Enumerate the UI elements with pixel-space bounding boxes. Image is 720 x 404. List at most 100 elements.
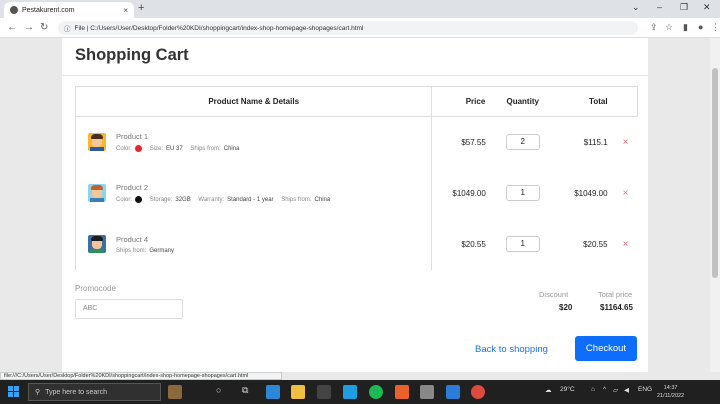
forward-arrow-icon[interactable]: → — [24, 22, 34, 33]
volume-icon[interactable]: ◀ — [624, 386, 629, 394]
total-price-label: Total price — [598, 290, 633, 299]
product-name[interactable]: Product 4 — [116, 235, 174, 244]
total-cell: $20.55 — [583, 239, 608, 249]
task-switch-icon[interactable]: ⧉ — [242, 385, 248, 396]
windows-start-icon[interactable] — [8, 386, 19, 397]
close-window-icon[interactable]: ✕ — [703, 2, 711, 13]
quantity-input[interactable]: 1 — [505, 236, 540, 252]
cart-row: Product 4 Ships from: Germany $20.55 1 $2… — [74, 218, 638, 270]
vscode-icon[interactable] — [446, 385, 460, 399]
discount-label: Discount — [539, 290, 569, 299]
task-view-icon[interactable]: ○ — [216, 385, 221, 395]
edge-app-icon[interactable] — [266, 385, 280, 399]
browser-tabbar: Pestakurent.com × + ⌄ – ❐ ✕ — [0, 0, 720, 18]
remove-icon[interactable]: × — [623, 239, 629, 250]
reload-icon[interactable]: ↻ — [40, 22, 48, 33]
new-tab-button[interactable]: + — [138, 2, 144, 14]
close-tab-icon[interactable]: × — [123, 6, 128, 15]
col-header-remove — [613, 86, 638, 117]
meta-value: China — [223, 145, 240, 152]
promocode-label: Promocode — [75, 284, 116, 293]
media-app-icon[interactable] — [395, 385, 409, 399]
url-text: File | C:/Users/User/Desktop/Folder%20KD… — [74, 24, 364, 32]
news-widget-icon[interactable] — [168, 385, 182, 399]
page-viewport: Shopping Cart Product Name & Details Pri… — [0, 38, 710, 372]
share-icon[interactable]: ⇪ — [650, 22, 658, 33]
product-details: Color: Storage: 32GB Warranty: Standard - … — [116, 196, 330, 203]
meta-label: Warranty: — [198, 196, 225, 203]
git-app-icon[interactable] — [420, 385, 434, 399]
file-explorer-icon[interactable] — [291, 385, 305, 399]
back-arrow-icon[interactable]: ← — [7, 22, 17, 33]
tab-search-icon[interactable]: ⌄ — [632, 2, 640, 13]
address-bar: ← → ↻ ⓘ File | C:/Users/User/Desktop/Fol… — [0, 18, 720, 38]
meta-value: 32GB — [175, 196, 191, 203]
title-divider — [62, 75, 648, 76]
cart-row: Product 2 Color: Storage: 32GB Warranty: S… — [74, 167, 638, 219]
edge-browser-icon[interactable] — [343, 385, 357, 399]
weather-icon[interactable]: ☁ — [545, 386, 552, 394]
clock-date: 21/11/2022 — [657, 393, 685, 399]
meta-label: Ships from: — [116, 247, 147, 254]
tray-people-icon[interactable]: ⌂ — [591, 386, 595, 393]
product-name[interactable]: Product 2 — [116, 183, 330, 192]
info-icon: ⓘ — [64, 26, 71, 33]
chrome-icon[interactable] — [471, 385, 485, 399]
remove-icon[interactable]: × — [623, 137, 629, 148]
browser-tab[interactable]: Pestakurent.com × — [4, 2, 134, 18]
color-swatch — [135, 196, 143, 203]
total-price-value: $1164.65 — [600, 303, 633, 312]
favicon-icon — [10, 6, 18, 14]
url-field[interactable]: ⓘ File | C:/Users/User/Desktop/Folder%20… — [58, 21, 638, 35]
profile-icon[interactable]: ● — [698, 22, 703, 32]
col-header-total: Total — [553, 86, 614, 117]
quantity-cell: 1 — [492, 219, 554, 270]
quantity-cell: 2 — [492, 117, 554, 168]
weather-temp: 29°C — [560, 386, 575, 393]
store-app-icon[interactable] — [317, 385, 331, 399]
network-icon[interactable]: ▱ — [613, 386, 618, 394]
price-cell: $20.55 — [431, 218, 492, 270]
taskbar-search[interactable]: ⚲ Type here to search — [28, 383, 161, 401]
quantity-input[interactable]: 1 — [505, 185, 540, 201]
quantity-input[interactable]: 2 — [505, 134, 540, 151]
product-details: Color: Size: EU 37 Ships from: China — [116, 145, 240, 153]
col-header-price: Price — [431, 86, 492, 117]
color-swatch — [135, 145, 143, 153]
remove-cell: × — [614, 168, 638, 219]
star-icon[interactable]: ☆ — [665, 22, 673, 33]
product-details: Ships from: Germany — [116, 248, 174, 254]
checkout-button[interactable]: Checkout — [575, 336, 637, 361]
menu-icon[interactable]: ⋮ — [711, 22, 720, 33]
spotify-icon[interactable] — [369, 385, 383, 399]
price-cell: $57.55 — [431, 116, 492, 168]
maximize-icon[interactable]: ❐ — [680, 2, 688, 13]
remove-icon[interactable]: × — [623, 188, 629, 199]
sidepanel-icon[interactable]: ▮ — [683, 22, 688, 33]
quantity-cell: 1 — [492, 168, 554, 219]
promocode-input[interactable]: ABC — [75, 299, 183, 319]
price-cell: $1049.00 — [431, 167, 492, 219]
cart-row: Product 1 Color: Size: EU 37 Ships from: C… — [74, 116, 638, 168]
scrollbar-thumb[interactable] — [712, 68, 718, 278]
meta-label: Color: — [116, 145, 133, 152]
meta-value: China — [314, 196, 331, 203]
discount-value: $20 — [559, 303, 573, 312]
tray-chevron-icon[interactable]: ^ — [603, 386, 606, 393]
meta-label: Color: — [116, 196, 133, 203]
back-to-shopping-link[interactable]: Back to shopping — [475, 344, 548, 355]
product-cell: Product 4 Ships from: Germany — [74, 218, 433, 270]
product-cell: Product 2 Color: Storage: 32GB Warranty: S… — [74, 167, 433, 219]
meta-value: EU 37 — [166, 145, 183, 152]
total-cell: $115.1 — [583, 137, 608, 147]
meta-label: Ships from: — [281, 196, 312, 203]
meta-label: Size: — [149, 145, 164, 152]
windows-taskbar: ⚲ Type here to search ○ ⧉ ☁ 29°C ⌂ ^ ▱ ◀… — [0, 380, 720, 404]
page-title: Shopping Cart — [75, 46, 189, 64]
minimize-icon[interactable]: – — [657, 2, 662, 12]
product-cell: Product 1 Color: Size: EU 37 Ships from: C… — [74, 116, 433, 168]
clock[interactable]: 14:37 21/11/2022 — [657, 384, 684, 400]
product-name[interactable]: Product 1 — [116, 132, 239, 141]
meta-value: Germany — [149, 247, 175, 254]
language-indicator[interactable]: ENG — [638, 386, 652, 393]
